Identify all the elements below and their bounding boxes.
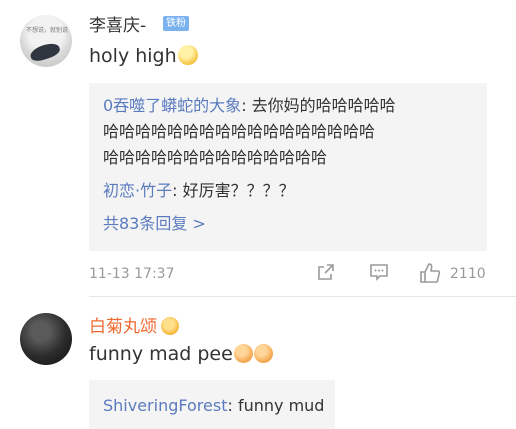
reply-text: : 去你妈的哈哈哈哈哈 xyxy=(241,96,396,115)
reply-username[interactable]: ShiveringForest xyxy=(103,396,227,415)
share-icon[interactable] xyxy=(316,262,336,282)
comment-text-body: holy high xyxy=(89,45,177,67)
reply-username[interactable]: 0吞噬了蟒蛇的大象 xyxy=(103,96,241,115)
comment-icon[interactable] xyxy=(369,262,389,282)
avatar[interactable]: 不想说，就别说 xyxy=(20,15,72,67)
username[interactable]: 李喜庆- xyxy=(89,11,146,36)
replies-panel[interactable]: 0吞噬了蟒蛇的大象: 去你妈的哈哈哈哈哈 哈哈哈哈哈哈哈哈哈哈哈哈哈哈哈哈哈 哈… xyxy=(89,83,487,251)
reply-text-line: 哈哈哈哈哈哈哈哈哈哈哈哈哈哈 xyxy=(103,148,328,167)
blush-emoji-icon xyxy=(253,344,273,363)
crown-icon xyxy=(161,317,179,335)
replies-panel[interactable]: ShiveringForest: funny mud xyxy=(89,380,335,429)
reply-row: ShiveringForest: funny mud xyxy=(103,396,324,415)
reply-text: : funny mud xyxy=(227,396,325,415)
comment-text: holy high xyxy=(89,45,198,67)
fan-badge: 铁粉 xyxy=(163,16,189,31)
comment-text: funny mad pee xyxy=(89,343,273,365)
reply-row: 0吞噬了蟒蛇的大象: 去你妈的哈哈哈哈哈 xyxy=(103,93,396,119)
view-more-replies-link[interactable]: 共83条回复 > xyxy=(103,211,206,237)
avatar[interactable] xyxy=(20,313,72,365)
reply-username[interactable]: 初恋·竹子 xyxy=(103,181,172,200)
username-label: 白菊丸颂 xyxy=(89,317,157,337)
like-count: 2110 xyxy=(450,266,486,282)
reply-text: : 好厉害？？？？ xyxy=(172,181,295,200)
reply-row: 初恋·竹子: 好厉害？？？？ xyxy=(103,178,295,204)
avatar-figure xyxy=(28,40,62,64)
username[interactable]: 白菊丸颂 xyxy=(89,312,179,337)
smile-emoji-icon xyxy=(177,45,198,65)
divider xyxy=(89,296,516,297)
thumbs-up-icon[interactable] xyxy=(419,262,441,284)
reply-text-line: 哈哈哈哈哈哈哈哈哈哈哈哈哈哈哈哈哈 xyxy=(103,122,376,141)
comment-text-body: funny mad pee xyxy=(89,343,233,365)
blush-emoji-icon xyxy=(233,344,253,363)
avatar-caption: 不想说，就别说 xyxy=(26,27,69,34)
timestamp: 11-13 17:37 xyxy=(89,266,175,282)
